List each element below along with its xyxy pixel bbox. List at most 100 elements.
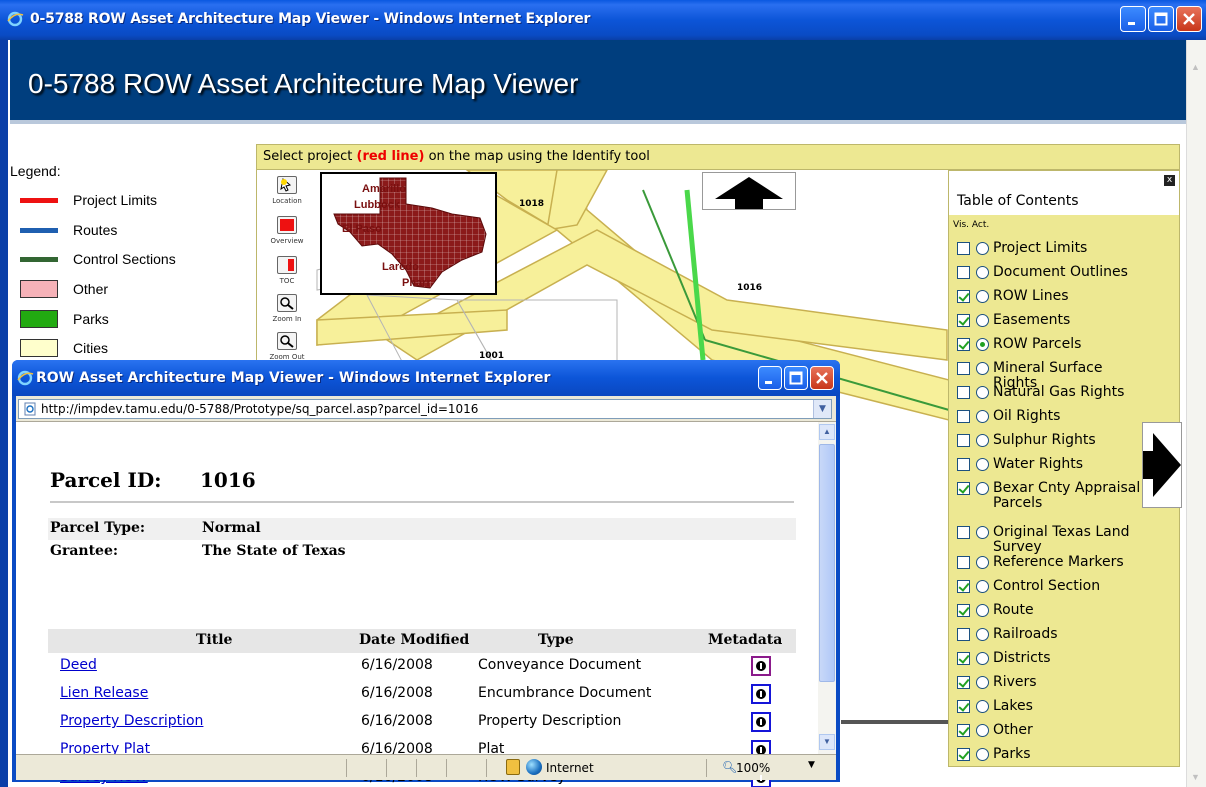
document-link[interactable]: Lien Release — [60, 685, 148, 701]
popup-maximize-button[interactable] — [784, 366, 808, 390]
popup-scrollbar[interactable]: ▲ ▼ — [818, 422, 836, 754]
layer-active-radio[interactable] — [976, 386, 989, 399]
date-modified: 6/16/2008 — [361, 657, 433, 673]
close-button[interactable] — [1176, 6, 1202, 32]
maximize-button[interactable] — [1148, 6, 1174, 32]
layer-active-radio[interactable] — [976, 604, 989, 617]
location-tool[interactable]: Location — [266, 176, 308, 220]
minimize-icon — [1128, 22, 1135, 25]
layer-active-radio[interactable] — [976, 526, 989, 539]
layer-visibility-checkbox[interactable] — [957, 700, 970, 713]
layer-active-radio[interactable] — [976, 556, 989, 569]
pan-east-button[interactable] — [1142, 422, 1182, 508]
layer-visibility-checkbox[interactable] — [957, 434, 970, 447]
zoom-icon[interactable]: 🔍︎ — [722, 760, 737, 774]
attribute-row: Parcel Type: Normal — [48, 518, 796, 540]
layer-label: Railroads — [993, 626, 1058, 642]
chevron-down-icon[interactable]: ▼ — [808, 760, 815, 770]
legend-label: Control Sections — [73, 251, 176, 267]
layer-active-radio[interactable] — [976, 628, 989, 641]
layer-visibility-checkbox[interactable] — [957, 482, 970, 495]
layer-visibility-checkbox[interactable] — [957, 580, 970, 593]
layer-visibility-checkbox[interactable] — [957, 724, 970, 737]
layer-visibility-checkbox[interactable] — [957, 604, 970, 617]
page-scrollbar[interactable]: ▲ ▼ — [1186, 40, 1206, 787]
layer-visibility-checkbox[interactable] — [957, 410, 970, 423]
table-row: Lien Release 6/16/2008 Encumbrance Documen… — [48, 682, 796, 706]
pan-north-button[interactable] — [702, 172, 796, 210]
toc-layer-item: Project Limits — [957, 241, 1143, 256]
layer-visibility-checkbox[interactable] — [957, 526, 970, 539]
layer-label: Districts — [993, 650, 1051, 666]
layer-active-radio[interactable] — [976, 482, 989, 495]
layer-active-radio[interactable] — [976, 266, 989, 279]
location-icon — [277, 176, 297, 194]
zoom-level[interactable]: 100% — [736, 761, 770, 775]
scroll-up-icon[interactable]: ▲ — [1191, 62, 1200, 72]
document-link[interactable]: Deed — [60, 657, 97, 673]
layer-label: Original Texas Land Survey — [993, 524, 1130, 555]
layer-active-radio[interactable] — [976, 748, 989, 761]
overview-tool[interactable]: Overview — [266, 216, 308, 260]
scroll-down-icon[interactable]: ▼ — [1191, 772, 1200, 782]
layer-active-radio[interactable] — [976, 290, 989, 303]
layer-active-radio[interactable] — [976, 458, 989, 471]
layer-active-radio[interactable] — [976, 242, 989, 255]
scroll-down-icon[interactable]: ▼ — [819, 734, 835, 750]
popup-minimize-button[interactable] — [758, 366, 782, 390]
legend-swatch — [20, 256, 58, 262]
zoom-out-icon — [277, 332, 297, 350]
layer-active-radio[interactable] — [976, 700, 989, 713]
layer-visibility-checkbox[interactable] — [957, 362, 970, 375]
minimize-button[interactable] — [1120, 6, 1146, 32]
chevron-down-icon[interactable]: ▼ — [813, 400, 831, 418]
document-link[interactable]: Property Description — [60, 713, 203, 729]
address-bar: http://impdev.tamu.edu/0-5788/Prototype/… — [16, 396, 836, 422]
layer-active-radio[interactable] — [976, 724, 989, 737]
layer-visibility-checkbox[interactable] — [957, 458, 970, 471]
column-header: Metadata — [708, 632, 783, 648]
layer-active-radio[interactable] — [976, 652, 989, 665]
popup-title: ROW Asset Architecture Map Viewer - Wind… — [36, 370, 551, 386]
layer-active-radio[interactable] — [976, 362, 989, 375]
layer-visibility-checkbox[interactable] — [957, 290, 970, 303]
scrollbar-thumb[interactable] — [819, 444, 835, 682]
legend-label: Cities — [73, 340, 109, 356]
instruction-text-end: on the map using the Identify tool — [424, 149, 650, 164]
legend-item: Other — [20, 279, 108, 299]
toc-layer-item: Sulphur Rights — [957, 433, 1143, 448]
ie-logo-icon — [7, 11, 24, 27]
popup-window: ROW Asset Architecture Map Viewer - Wind… — [12, 360, 840, 787]
layer-active-radio[interactable] — [976, 338, 989, 351]
metadata-info-icon[interactable] — [751, 684, 771, 704]
legend-label: Other — [73, 281, 109, 297]
legend-item: Control Sections — [20, 249, 176, 269]
inset-city-label: Amarillo — [362, 183, 406, 195]
layer-visibility-checkbox[interactable] — [957, 314, 970, 327]
layer-visibility-checkbox[interactable] — [957, 338, 970, 351]
overview-map[interactable]: Amarillo Lubbock El Paso Laredo Pharr — [320, 172, 497, 295]
zoom-in-icon — [277, 294, 297, 312]
layer-visibility-checkbox[interactable] — [957, 266, 970, 279]
layer-visibility-checkbox[interactable] — [957, 676, 970, 689]
layer-active-radio[interactable] — [976, 410, 989, 423]
security-zone: Internet — [546, 761, 594, 775]
popup-close-button[interactable] — [810, 366, 834, 390]
url-field[interactable]: http://impdev.tamu.edu/0-5788/Prototype/… — [18, 399, 832, 419]
layer-active-radio[interactable] — [976, 580, 989, 593]
layer-visibility-checkbox[interactable] — [957, 652, 970, 665]
layer-visibility-checkbox[interactable] — [957, 748, 970, 761]
layer-visibility-checkbox[interactable] — [957, 386, 970, 399]
metadata-info-icon[interactable] — [751, 712, 771, 732]
close-icon[interactable]: x — [1164, 175, 1175, 186]
metadata-info-icon[interactable] — [751, 656, 771, 676]
layer-active-radio[interactable] — [976, 314, 989, 327]
layer-active-radio[interactable] — [976, 434, 989, 447]
toc-layer-item: Lakes — [957, 699, 1143, 714]
layer-active-radio[interactable] — [976, 676, 989, 689]
layer-visibility-checkbox[interactable] — [957, 628, 970, 641]
layer-visibility-checkbox[interactable] — [957, 556, 970, 569]
scroll-up-icon[interactable]: ▲ — [819, 424, 835, 440]
layer-visibility-checkbox[interactable] — [957, 242, 970, 255]
texas-map-icon: Amarillo Lubbock El Paso Laredo Pharr — [333, 177, 487, 289]
